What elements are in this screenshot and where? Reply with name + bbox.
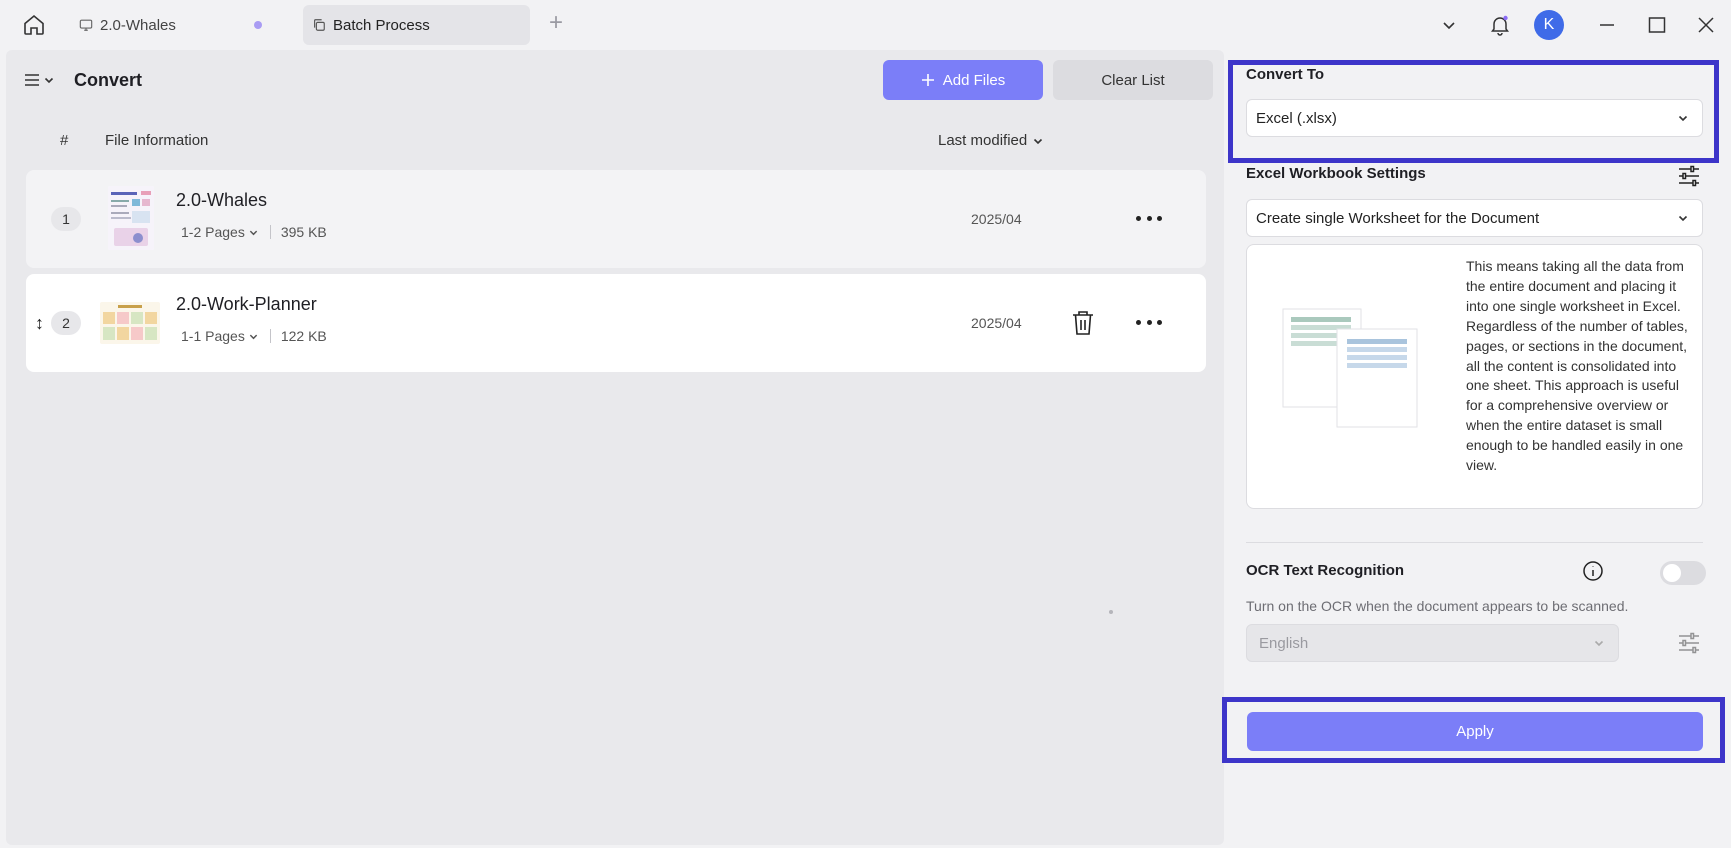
more-dot [1136,215,1141,221]
chevron-down-icon [249,230,257,235]
clear-list-button[interactable]: Clear List [1053,60,1213,100]
notifications-button[interactable] [1483,0,1517,50]
menu-button[interactable] [24,68,64,92]
chevron-down-icon [249,334,257,339]
ocr-label: OCR Text Recognition [1246,562,1405,579]
convert-toolbar: Convert Add Files Clear List [6,50,1224,110]
convert-to-value: Excel (.xlsx) [1256,109,1337,127]
more-dot [1136,319,1141,325]
monitor-icon [78,17,94,33]
sort-last-modified[interactable]: Last modified [938,132,1043,149]
tabs-dropdown-button[interactable] [1432,0,1466,50]
sliders-icon [1679,165,1699,187]
ocr-language-select[interactable]: English [1246,624,1619,662]
file-list-panel: Convert Add Files Clear List # File Info… [6,50,1224,845]
file-date: 2025/04 [971,315,1022,331]
worksheet-mode-select[interactable]: Create single Worksheet for the Document [1246,199,1703,237]
page-title: Convert [74,70,143,90]
drag-handle-icon[interactable]: ↕ [35,312,47,334]
column-number: # [60,132,69,149]
chevron-down-icon [1034,138,1043,144]
maximize-button[interactable] [1640,0,1674,50]
ocr-hint: Turn on the OCR when the document appear… [1246,598,1629,614]
info-icon [1583,561,1603,581]
divider [269,225,271,239]
copy-icon [311,17,327,33]
more-dot [1157,319,1162,325]
file-name: 2.0-Work-Planner [176,294,317,314]
minimize-icon [1600,24,1614,26]
file-row[interactable]: ↕ 2 2.0-Work-Planner 1-1 Pages 122 KB 20… [26,274,1206,372]
column-last-modified: Last modified [938,132,1028,149]
ocr-toggle[interactable] [1660,561,1706,585]
tab-batch-process[interactable]: Batch Process [303,5,530,45]
close-icon [1698,17,1714,33]
more-dot [1157,215,1162,221]
row-index: 1 [51,207,81,231]
hamburger-icon [25,74,39,86]
section-divider [1246,542,1703,543]
more-options-button[interactable] [1136,208,1162,228]
chevron-down-icon [1594,640,1604,647]
user-avatar-button[interactable]: K [1532,0,1566,50]
page-range: 1-2 Pages [181,224,245,240]
conversion-settings-panel: Convert To Excel (.xlsx) Excel Workbook … [1222,50,1731,848]
add-files-button[interactable]: Add Files [883,60,1043,100]
add-tab-button[interactable]: + [545,11,567,36]
file-row[interactable]: 1 2.0-Whales 1-2 Pages 395 KB 2025/04 [26,170,1206,268]
file-name: 2.0-Whales [176,190,268,210]
bell-icon [1491,15,1509,36]
workbook-settings-button[interactable] [1676,163,1702,189]
worksheet-description: This means taking all the data from the … [1466,258,1688,474]
file-date: 2025/04 [971,211,1022,227]
excel-workbook-settings-label: Excel Workbook Settings [1246,165,1426,182]
worksheet-mode-value: Create single Worksheet for the Document [1256,209,1540,227]
maximize-icon [1648,17,1666,33]
sliders-icon [1679,632,1699,654]
page-range-select[interactable]: 1-2 Pages [181,224,258,240]
tab-label: 2.0-Whales [100,16,176,34]
title-bar: 2.0-Whales Batch Process + K [0,0,1731,50]
column-file-information: File Information [105,132,209,149]
tab-whales[interactable]: 2.0-Whales [70,5,292,45]
file-meta: 1-2 Pages 395 KB [181,224,327,240]
add-files-label: Add Files [942,71,1006,89]
divider [269,329,271,343]
more-dot [1146,215,1152,221]
apply-button[interactable]: Apply [1247,712,1703,751]
page-range-select[interactable]: 1-1 Pages [181,328,258,344]
avatar: K [1534,10,1564,40]
file-thumbnail [100,302,160,344]
home-icon [24,14,44,35]
more-options-button[interactable] [1136,312,1162,332]
plus-icon [921,74,934,86]
file-meta: 1-1 Pages 122 KB [181,328,327,344]
page-range: 1-1 Pages [181,328,245,344]
delete-file-button[interactable] [1071,309,1095,337]
close-window-button[interactable] [1689,0,1723,50]
worksheet-description-card: This means taking all the data from the … [1246,244,1703,509]
chevron-down-icon [1443,22,1455,30]
chevron-down-icon [44,77,54,84]
minimize-button[interactable] [1590,0,1624,50]
tab-label: Batch Process [333,16,430,34]
file-size: 395 KB [280,224,327,240]
chevron-down-icon [1678,115,1688,122]
file-thumbnail [108,186,154,250]
convert-to-select[interactable]: Excel (.xlsx) [1246,99,1703,137]
home-button[interactable] [18,10,50,40]
list-header: # File Information Last modified [6,126,1224,156]
worksheet-illustration [1279,305,1419,430]
row-index: 2 [51,311,81,335]
convert-to-label: Convert To [1246,66,1325,83]
unsaved-dot [254,21,262,29]
ocr-language-value: English [1259,634,1309,652]
stray-dot [1109,610,1113,614]
chevron-down-icon [1678,215,1688,222]
ocr-info-button[interactable] [1582,560,1604,582]
ocr-settings-button[interactable] [1676,630,1702,656]
trash-icon [1073,311,1093,335]
more-dot [1146,319,1152,325]
file-size: 122 KB [280,328,327,344]
